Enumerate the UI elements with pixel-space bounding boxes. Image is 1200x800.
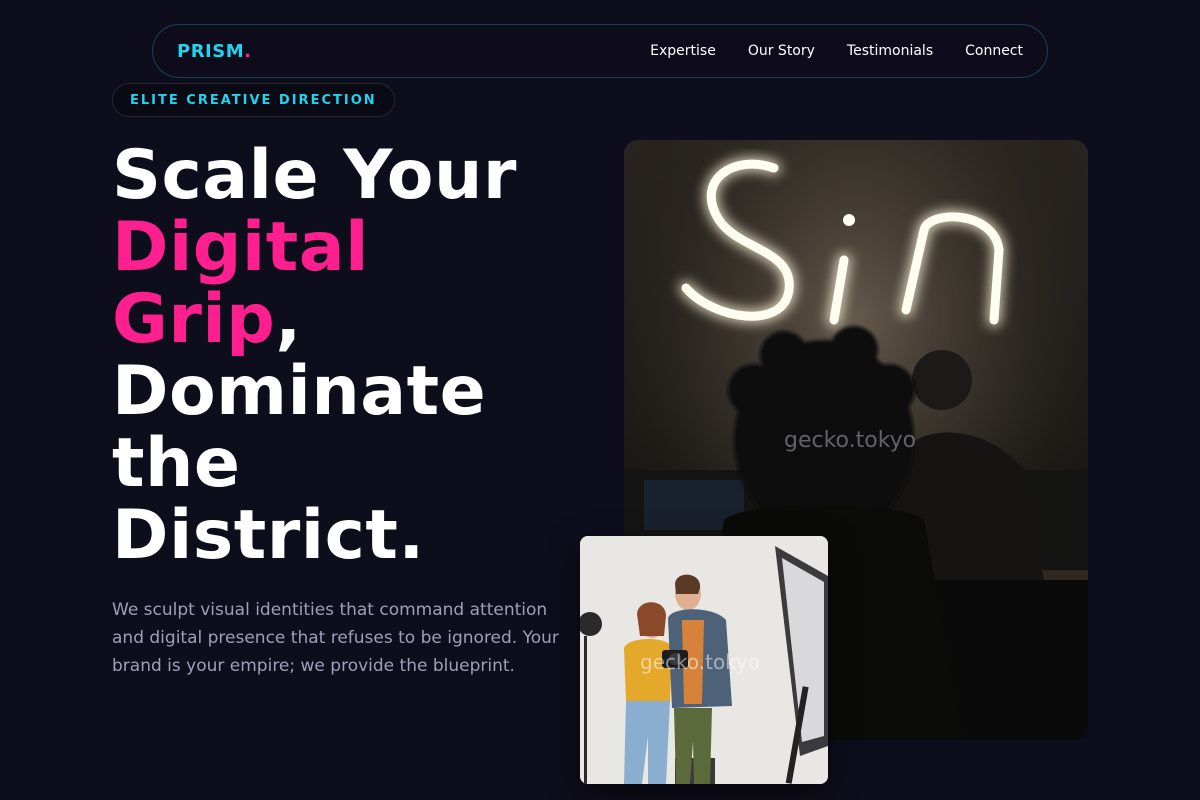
headline-line-4: Dominate: [112, 352, 487, 431]
main-image-watermark: gecko.tokyo: [784, 428, 917, 453]
hero-badge: ELITE CREATIVE DIRECTION: [112, 83, 395, 117]
top-navigation: PRISM. Expertise Our Story Testimonials …: [152, 24, 1048, 78]
nav-links: Expertise Our Story Testimonials Connect: [650, 43, 1023, 59]
secondary-image-watermark: gecko.tokyo: [640, 650, 761, 674]
nav-link-expertise[interactable]: Expertise: [650, 43, 716, 59]
headline-highlight-grip: Grip: [112, 280, 276, 359]
nav-link-our-story[interactable]: Our Story: [748, 43, 815, 59]
page: PRISM. Expertise Our Story Testimonials …: [0, 0, 1200, 800]
brand-logo[interactable]: PRISM.: [177, 41, 251, 62]
headline-line-1: Scale Your: [112, 136, 517, 215]
headline-highlight-digital: Digital: [112, 208, 369, 287]
headline-comma: ,: [275, 280, 302, 359]
hero-secondary-image: gecko.tokyo: [580, 536, 828, 784]
hero-headline: Scale Your Digital Grip, Dominate the Di…: [112, 140, 582, 572]
headline-line-6: District.: [112, 496, 425, 575]
hero-lead-paragraph: We sculpt visual identities that command…: [112, 600, 559, 676]
brand-name: PRISM: [177, 40, 245, 62]
nav-link-testimonials[interactable]: Testimonials: [847, 43, 933, 59]
nav-link-connect[interactable]: Connect: [965, 43, 1023, 59]
headline-line-5: the: [112, 424, 241, 503]
brand-dot: .: [244, 40, 252, 62]
